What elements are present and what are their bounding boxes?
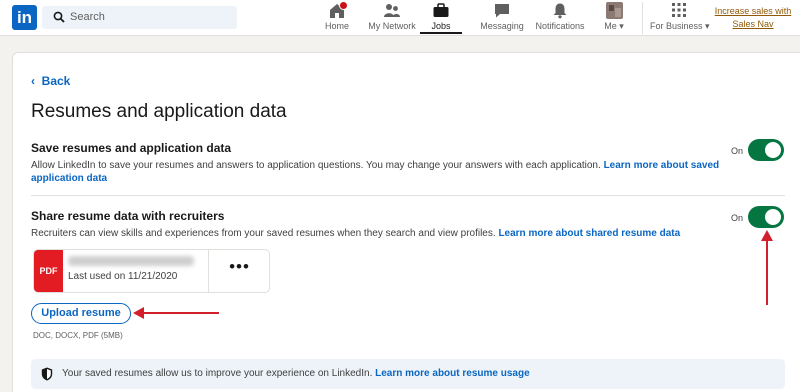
annotation-arrow-toggle: [761, 230, 773, 305]
annotation-arrow-upload: [133, 307, 219, 319]
annotation-arrows: [133, 230, 773, 319]
